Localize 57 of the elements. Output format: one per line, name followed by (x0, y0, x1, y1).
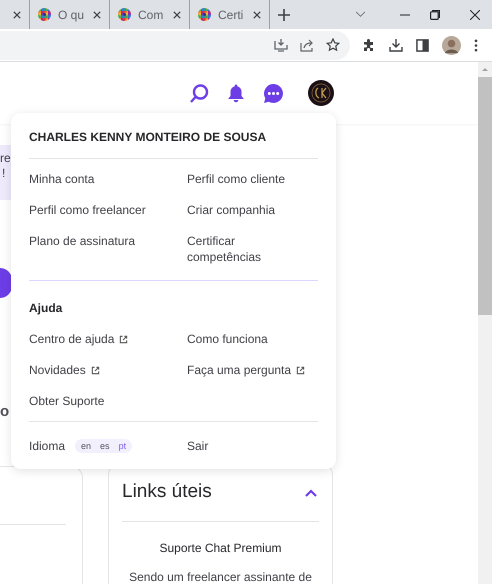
side-panel-icon[interactable] (416, 38, 429, 52)
puzzle-icon[interactable] (362, 38, 376, 52)
maximize-icon[interactable] (430, 10, 440, 20)
site-icon (118, 8, 131, 21)
tab-title: Certi (218, 6, 244, 24)
menu-link[interactable]: Perfil como freelancer (29, 202, 187, 218)
card-text: Sendo um freelancer assinante de (128, 569, 313, 584)
more-options-icon[interactable] (474, 38, 478, 52)
menu-link[interactable]: Criar companhia (187, 202, 305, 218)
section-heading: o (0, 403, 10, 421)
banner-text: re (0, 151, 12, 166)
round-button[interactable] (0, 268, 12, 298)
menu-link[interactable]: Centro de ajuda (29, 331, 187, 347)
star-icon[interactable] (326, 38, 340, 52)
tab-title: Com (138, 6, 164, 24)
new-tab-icon[interactable] (278, 8, 290, 20)
banner-text: ! (1, 166, 6, 181)
install-icon[interactable] (274, 38, 288, 52)
menu-link[interactable]: Faça uma pergunta (187, 362, 318, 378)
bell-icon[interactable] (226, 83, 246, 103)
card-subtitle: Suporte Chat Premium (158, 540, 283, 557)
scrollbar-thumb[interactable] (478, 77, 492, 315)
chevron-down-icon[interactable] (355, 11, 366, 18)
download-icon[interactable] (389, 38, 403, 52)
close-icon[interactable] (13, 10, 21, 18)
logout-link[interactable]: Sair (187, 437, 318, 455)
search-icon[interactable] (189, 82, 209, 104)
site-icon (38, 8, 51, 21)
minimize-icon[interactable] (400, 14, 410, 16)
language-option[interactable]: es (100, 440, 110, 452)
tab-title: O qu (58, 6, 86, 24)
close-icon[interactable] (173, 10, 181, 18)
menu-link[interactable]: Perfil como cliente (187, 171, 305, 187)
chat-icon[interactable] (263, 82, 284, 104)
help-heading: Ajuda (29, 300, 64, 317)
external-link-icon (119, 334, 128, 344)
close-window-icon[interactable] (470, 10, 480, 20)
close-icon[interactable] (93, 10, 101, 18)
card-title: Links úteis (122, 480, 212, 504)
site-icon (198, 8, 211, 21)
user-name: CHARLES KENNY MONTEIRO DE SOUSA (29, 128, 318, 159)
menu-link[interactable]: Como funciona (187, 331, 318, 347)
chevron-icon[interactable] (305, 488, 317, 496)
menu-link[interactable]: Obter Suporte (29, 393, 187, 409)
close-icon[interactable] (253, 10, 261, 18)
language-option[interactable]: en (81, 440, 92, 452)
external-link-icon (90, 366, 100, 374)
user-avatar[interactable] (308, 80, 334, 106)
menu-link[interactable]: Minha conta (29, 171, 187, 187)
external-link-icon (296, 366, 306, 374)
share-icon[interactable] (300, 38, 314, 52)
language-option[interactable]: pt (118, 440, 126, 452)
profile-avatar-icon[interactable] (442, 36, 461, 54)
menu-link[interactable]: Plano de assinatura (29, 233, 187, 249)
language-label: Idioma (29, 438, 66, 455)
menu-link[interactable]: Certificar competências (187, 233, 305, 265)
menu-link[interactable]: Novidades (29, 362, 187, 378)
